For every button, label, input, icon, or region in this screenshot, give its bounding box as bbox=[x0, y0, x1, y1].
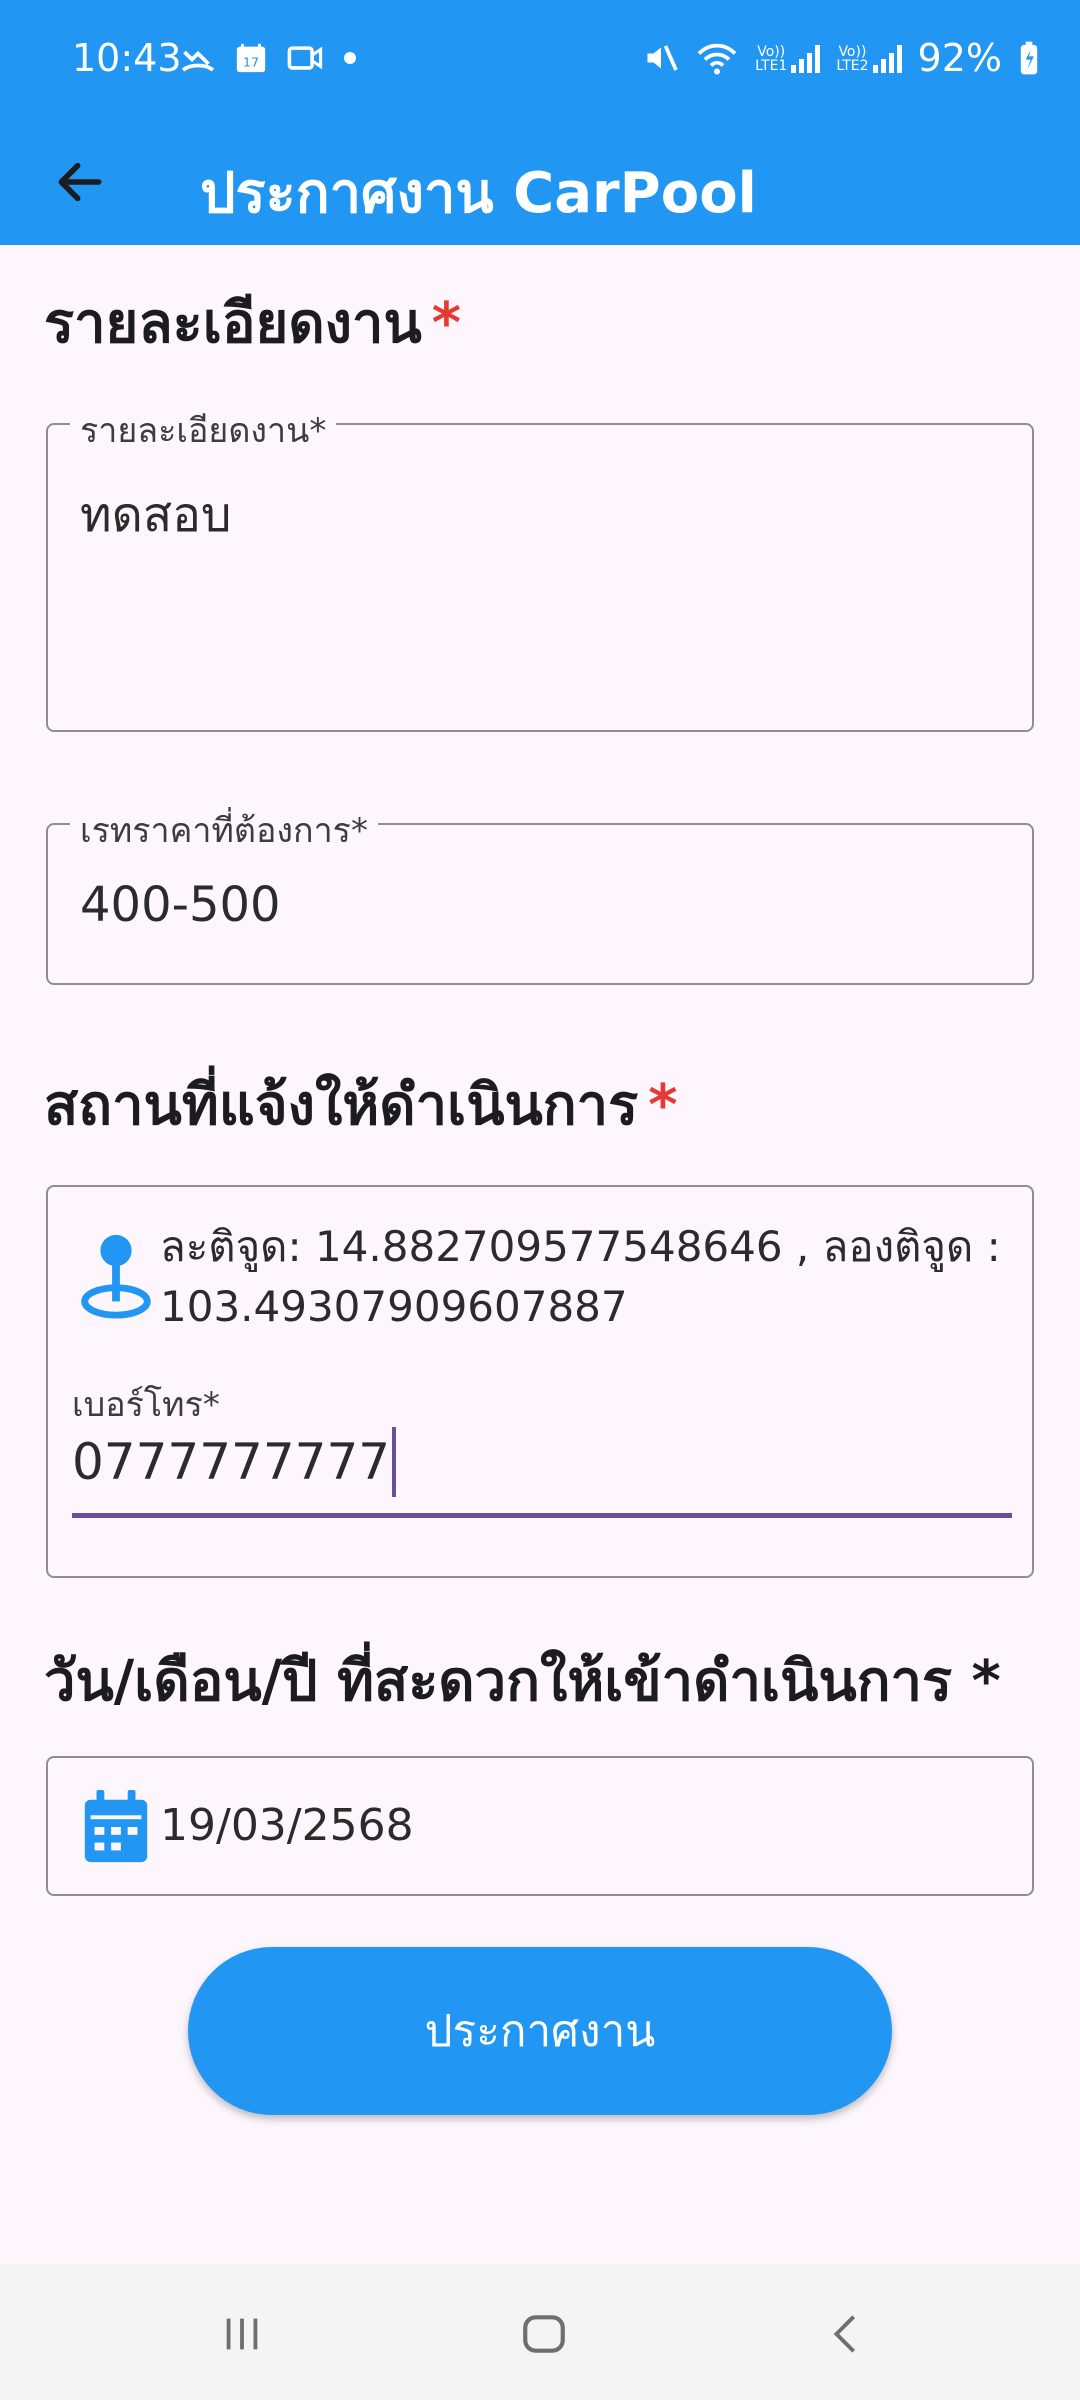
lte2-label: LTE2 bbox=[836, 58, 869, 74]
location-title-text: สถานที่แจ้งให้ดำเนินการ bbox=[44, 1073, 639, 1138]
volte-label-2: Vo)) bbox=[838, 44, 867, 60]
app-bar: ประกาศงาน CarPool bbox=[0, 120, 1080, 245]
back-nav-button[interactable] bbox=[796, 2294, 896, 2374]
phone-field-label: เบอร์โทร* bbox=[72, 1385, 220, 1425]
phone-input[interactable]: 0777777777 bbox=[72, 1427, 397, 1497]
dot-icon bbox=[344, 52, 356, 64]
recent-apps-button[interactable] bbox=[192, 2294, 292, 2374]
sim2-indicator: Vo)) LTE2 bbox=[836, 43, 902, 74]
signal-strength-icon-2 bbox=[872, 43, 902, 73]
price-field-label: เรทราคาที่ต้องการ* bbox=[70, 803, 378, 857]
location-coordinates: ละติจูด: 14.882709577548646 , ลองติจูด :… bbox=[160, 1222, 1001, 1331]
calendar-notification-icon: 17 bbox=[236, 43, 266, 73]
details-textarea[interactable]: รายละเอียดงาน* ทดสอบ bbox=[46, 403, 1034, 732]
phone-field-value: 0777777777 bbox=[72, 1433, 391, 1491]
mute-icon bbox=[647, 45, 678, 71]
svg-text:17: 17 bbox=[243, 56, 259, 71]
required-mark: * bbox=[431, 291, 462, 356]
price-input[interactable]: เรทราคาที่ต้องการ* 400-500 bbox=[46, 803, 1034, 985]
text-cursor bbox=[392, 1427, 397, 1497]
status-bar: 10:43 17 Vo)) LTE1 Vo)) LTE2 92% bbox=[0, 0, 1080, 120]
chevron-left-icon bbox=[833, 2315, 856, 2353]
date-section-title: วัน/เดือน/ปี ที่สะดวกให้เข้าดำเนินการ * bbox=[44, 1649, 1001, 1714]
system-icons: Vo)) LTE1 Vo)) LTE2 92% bbox=[643, 36, 1040, 80]
required-mark-location: * bbox=[648, 1073, 678, 1138]
notification-icons: 17 bbox=[180, 40, 358, 76]
system-nav-bar bbox=[0, 2264, 1080, 2400]
battery-percent: 92% bbox=[917, 36, 1002, 80]
status-time: 10:43 bbox=[72, 36, 182, 80]
missed-call-icon bbox=[181, 50, 215, 72]
page-title: ประกาศงาน CarPool bbox=[200, 161, 757, 226]
details-field-value: ทดสอบ bbox=[80, 487, 232, 543]
date-picker-field[interactable]: 19/03/2568 bbox=[46, 1756, 1034, 1896]
phone-focus-underline bbox=[72, 1513, 1012, 1518]
details-section-title: รายละเอียดงาน * bbox=[44, 278, 461, 367]
video-icon bbox=[287, 46, 323, 70]
lte1-label: LTE1 bbox=[755, 58, 788, 74]
calendar-icon bbox=[84, 1789, 148, 1863]
date-value: 19/03/2568 bbox=[160, 1800, 414, 1851]
signal-strength-icon bbox=[791, 43, 821, 73]
recent-apps-icon bbox=[226, 2318, 258, 2350]
details-title-text: รายละเอียดงาน bbox=[44, 291, 422, 356]
map-pin-icon[interactable] bbox=[78, 1231, 154, 1321]
wifi-icon bbox=[697, 43, 737, 75]
back-button[interactable] bbox=[44, 146, 116, 218]
price-field-value: 400-500 bbox=[80, 877, 281, 933]
location-card: ละติจูด: 14.882709577548646 , ลองติจูด :… bbox=[46, 1185, 1034, 1578]
post-job-button[interactable]: ประกาศงาน bbox=[188, 1947, 892, 2115]
battery-charging-icon bbox=[1020, 41, 1038, 75]
volte-label: Vo)) bbox=[757, 44, 786, 60]
arrow-left-icon bbox=[58, 162, 102, 202]
sim1-indicator: Vo)) LTE1 bbox=[755, 43, 821, 74]
location-section-title: สถานที่แจ้งให้ดำเนินการ * bbox=[44, 1060, 677, 1149]
home-icon bbox=[523, 2315, 565, 2353]
home-button[interactable] bbox=[494, 2294, 594, 2374]
details-field-label: รายละเอียดงาน* bbox=[70, 403, 337, 457]
